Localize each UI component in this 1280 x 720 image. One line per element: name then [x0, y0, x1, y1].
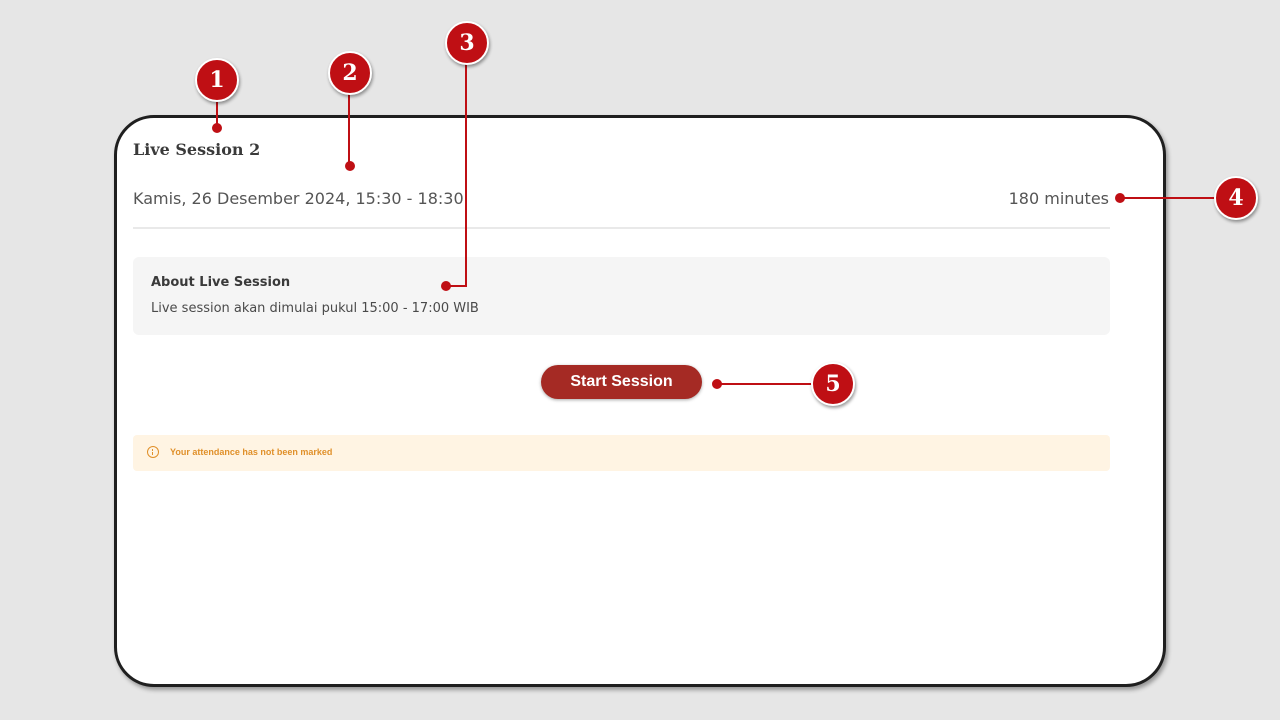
callout-badge-2: 2: [328, 51, 372, 95]
callout-badge-3: 3: [445, 21, 489, 65]
session-title: Live Session 2: [133, 140, 261, 159]
callout-badge-5: 5: [811, 362, 855, 406]
session-duration: 180 minutes: [1008, 189, 1109, 208]
callout-badge-1: 1: [195, 58, 239, 102]
attendance-message: Your attendance has not been marked: [170, 447, 333, 457]
about-session-box: About Live Session Live session akan dim…: [133, 257, 1110, 335]
about-heading: About Live Session: [151, 275, 291, 290]
divider: [133, 227, 1110, 229]
callout-badge-4: 4: [1214, 176, 1258, 220]
start-session-button[interactable]: Start Session: [541, 365, 702, 399]
info-circle-icon: [147, 446, 159, 458]
about-description: Live session akan dimulai pukul 15:00 - …: [151, 301, 479, 316]
attendance-alert: Your attendance has not been marked: [133, 435, 1110, 471]
session-date-time: Kamis, 26 Desember 2024, 15:30 - 18:30: [133, 189, 464, 208]
